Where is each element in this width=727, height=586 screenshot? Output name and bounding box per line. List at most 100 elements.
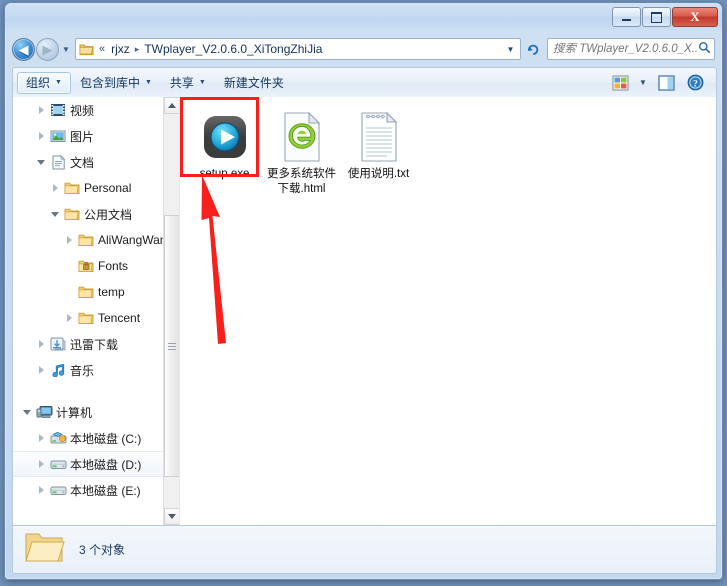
chevron-right-icon[interactable]	[33, 486, 49, 494]
tree-item-[interactable]: 计算机	[13, 399, 165, 425]
refresh-button[interactable]	[522, 38, 544, 60]
chevron-right-icon[interactable]	[33, 460, 49, 468]
explorer-body: Subversion视频图片文档Personal公用文档AliWangWangF…	[12, 97, 717, 526]
scrollbar-thumb[interactable]	[164, 215, 179, 477]
breadcrumb-separator-0[interactable]: ▸	[134, 44, 141, 55]
sidebar-scrollbar[interactable]	[163, 97, 179, 525]
text-file-icon	[359, 111, 399, 163]
file-item-txt[interactable]: 使用说明.txt	[340, 109, 417, 197]
tree-group-spacer	[13, 503, 165, 519]
toolbar-new-folder-button[interactable]: 新建文件夹	[215, 72, 293, 94]
tree-item-label: Personal	[84, 181, 132, 195]
chevron-right-icon[interactable]	[61, 236, 77, 244]
chevron-down-icon: ▼	[55, 79, 62, 86]
address-dropdown-icon[interactable]: ▼	[503, 45, 518, 54]
tree-item-personal[interactable]: Personal	[13, 175, 165, 201]
breadcrumb-item-0[interactable]: rjxz	[108, 41, 133, 57]
search-box[interactable]	[547, 38, 715, 60]
red-pointer-arrow	[188, 173, 248, 368]
tree-item-[interactable]: 迅雷下载	[13, 331, 165, 357]
toolbar-include-in-library-button[interactable]: 包含到库中 ▼	[71, 72, 161, 94]
scrollbar-grip-icon	[168, 342, 176, 350]
folder-icon	[77, 311, 95, 325]
toolbar-share-button[interactable]: 共享 ▼	[161, 72, 215, 94]
tree-item-label: Fonts	[98, 259, 129, 273]
chevron-right-icon[interactable]	[33, 340, 49, 348]
caret-up-icon	[168, 103, 176, 108]
explorer-window: X ◀ ▶ ▼ « rjxz ▸ TWplayer_V2.0.6.0_XiTon…	[4, 2, 723, 580]
search-input[interactable]	[553, 43, 698, 55]
file-item-html[interactable]: 更多系统软件下载.html	[263, 109, 340, 197]
folder-icon	[77, 233, 95, 247]
system-drive-icon	[49, 431, 67, 445]
tree-item-d[interactable]: 本地磁盘 (D:)	[13, 451, 165, 477]
chevron-down-icon[interactable]	[19, 409, 35, 415]
view-dropdown-button[interactable]: ▼	[636, 72, 650, 94]
preview-pane-icon	[657, 74, 675, 91]
video-icon	[49, 103, 67, 117]
tree-item-[interactable]: 音乐	[13, 357, 165, 383]
help-icon: ?	[687, 74, 703, 91]
search-icon[interactable]	[698, 41, 711, 57]
tree-item-[interactable]: 文档	[13, 149, 165, 175]
tree-item-[interactable]: 图片	[13, 123, 165, 149]
chevron-down-icon[interactable]	[33, 159, 49, 165]
tree-item-aliwangwang[interactable]: AliWangWang	[13, 227, 165, 253]
tree-item-label: 视频	[70, 103, 95, 118]
html-ie-icon	[281, 111, 323, 163]
file-grid: setup.exe 更多系统软件下载.html 使用说明.txt	[186, 109, 716, 197]
breadcrumb-item-1[interactable]: TWplayer_V2.0.6.0_XiTongZhiJia	[141, 41, 325, 57]
toolbar-organize-label: 组织	[26, 76, 51, 90]
tree-item-label: AliWangWang	[98, 233, 165, 247]
chevron-right-icon[interactable]	[33, 366, 49, 374]
tree-item-label: 本地磁盘 (D:)	[70, 457, 142, 472]
view-options-icon	[612, 75, 628, 90]
file-list-pane[interactable]: setup.exe 更多系统软件下载.html 使用说明.txt	[180, 97, 716, 525]
forward-button[interactable]: ▶	[36, 37, 59, 61]
scroll-down-button[interactable]	[164, 508, 179, 525]
address-bar[interactable]: « rjxz ▸ TWplayer_V2.0.6.0_XiTongZhiJia …	[75, 38, 521, 60]
tree-item-[interactable]: 公用文档	[13, 201, 165, 227]
drive-icon	[49, 483, 67, 497]
change-view-button[interactable]	[607, 72, 633, 94]
file-item-setup-exe[interactable]: setup.exe	[186, 109, 263, 197]
tree-item-label: 公用文档	[84, 207, 133, 222]
tree-item-tencent[interactable]: Tencent	[13, 305, 165, 331]
refresh-icon	[528, 44, 539, 55]
navigation-bar: ◀ ▶ ▼ « rjxz ▸ TWplayer_V2.0.6.0_XiTongZ…	[5, 33, 722, 65]
tree-item-temp[interactable]: temp	[13, 279, 165, 305]
tree-item-[interactable]: 视频	[13, 97, 165, 123]
maximize-button[interactable]	[642, 7, 671, 27]
chevron-right-icon[interactable]	[61, 314, 77, 322]
recent-pages-dropdown[interactable]: ▼	[60, 45, 72, 54]
computer-icon	[35, 405, 53, 419]
chevron-right-icon[interactable]	[33, 106, 49, 114]
svg-text:?: ?	[693, 79, 698, 89]
chevron-right-icon[interactable]	[47, 184, 63, 192]
toolbar-organize-button[interactable]: 组织 ▼	[17, 71, 71, 94]
chevron-right-icon[interactable]	[33, 132, 49, 140]
folder-icon	[63, 181, 81, 195]
chevron-down-icon: ▼	[144, 79, 152, 86]
back-button[interactable]: ◀	[12, 37, 35, 61]
tree-item-fonts[interactable]: Fonts	[13, 253, 165, 279]
file-name-label: 使用说明.txt	[347, 168, 410, 180]
chevron-down-icon[interactable]	[47, 211, 63, 217]
tree-item-[interactable]: 网络	[13, 519, 165, 525]
command-toolbar: 组织 ▼ 包含到库中 ▼ 共享 ▼ 新建文件夹 ▼ ?	[12, 67, 717, 97]
preview-pane-button[interactable]	[653, 72, 679, 94]
music-icon	[49, 363, 67, 377]
toolbar-right-group: ▼ ?	[607, 72, 712, 94]
breadcrumb-overflow[interactable]: «	[97, 43, 107, 55]
close-button[interactable]: X	[672, 7, 718, 27]
tree-item-label: 网络	[56, 524, 80, 526]
minimize-button[interactable]	[612, 7, 641, 27]
tree-item-c[interactable]: 本地磁盘 (C:)	[13, 425, 165, 451]
chevron-right-icon[interactable]	[33, 434, 49, 442]
open-folder-icon	[23, 529, 65, 570]
scroll-up-button[interactable]	[164, 97, 179, 114]
tree-item-label: 迅雷下载	[70, 337, 119, 352]
help-button[interactable]: ?	[682, 72, 708, 94]
tree-item-e[interactable]: 本地磁盘 (E:)	[13, 477, 165, 503]
tree-item-label: 本地磁盘 (E:)	[70, 483, 141, 498]
